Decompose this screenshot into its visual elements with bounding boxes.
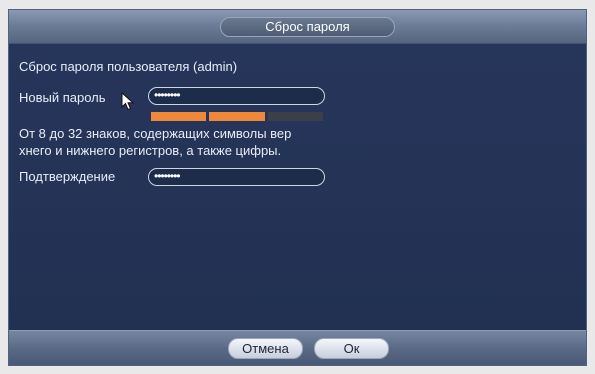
strength-segment-2 <box>209 112 265 121</box>
strength-segment-1 <box>151 112 207 121</box>
dialog-content: Сброс пароля пользователя (admin) Новый … <box>9 44 586 331</box>
dialog-title: Сброс пароля <box>220 17 395 37</box>
password-strength-meter <box>151 112 323 121</box>
strength-segment-3 <box>267 112 323 121</box>
dialog-footer: Отмена Ок <box>9 330 586 365</box>
mouse-pointer-icon <box>121 92 135 111</box>
new-password-input[interactable]: •••••••• <box>148 87 325 105</box>
password-hint-line-1: От 8 до 32 знаков, содержащих символы ве… <box>19 126 292 141</box>
password-hint-line-2: хнего и нижнего регистров, а также цифры… <box>19 143 282 158</box>
confirm-password-input[interactable]: •••••••• <box>148 168 325 186</box>
dialog-titlebar: Сброс пароля <box>9 10 586 44</box>
cancel-button[interactable]: Отмена <box>228 338 303 359</box>
confirm-password-label: Подтверждение <box>19 169 116 184</box>
form-heading: Сброс пароля пользователя (admin) <box>19 59 238 74</box>
password-reset-dialog: Сброс пароля Сброс пароля пользователя (… <box>8 9 587 366</box>
ok-button[interactable]: Ок <box>314 338 389 359</box>
new-password-label: Новый пароль <box>19 90 106 105</box>
